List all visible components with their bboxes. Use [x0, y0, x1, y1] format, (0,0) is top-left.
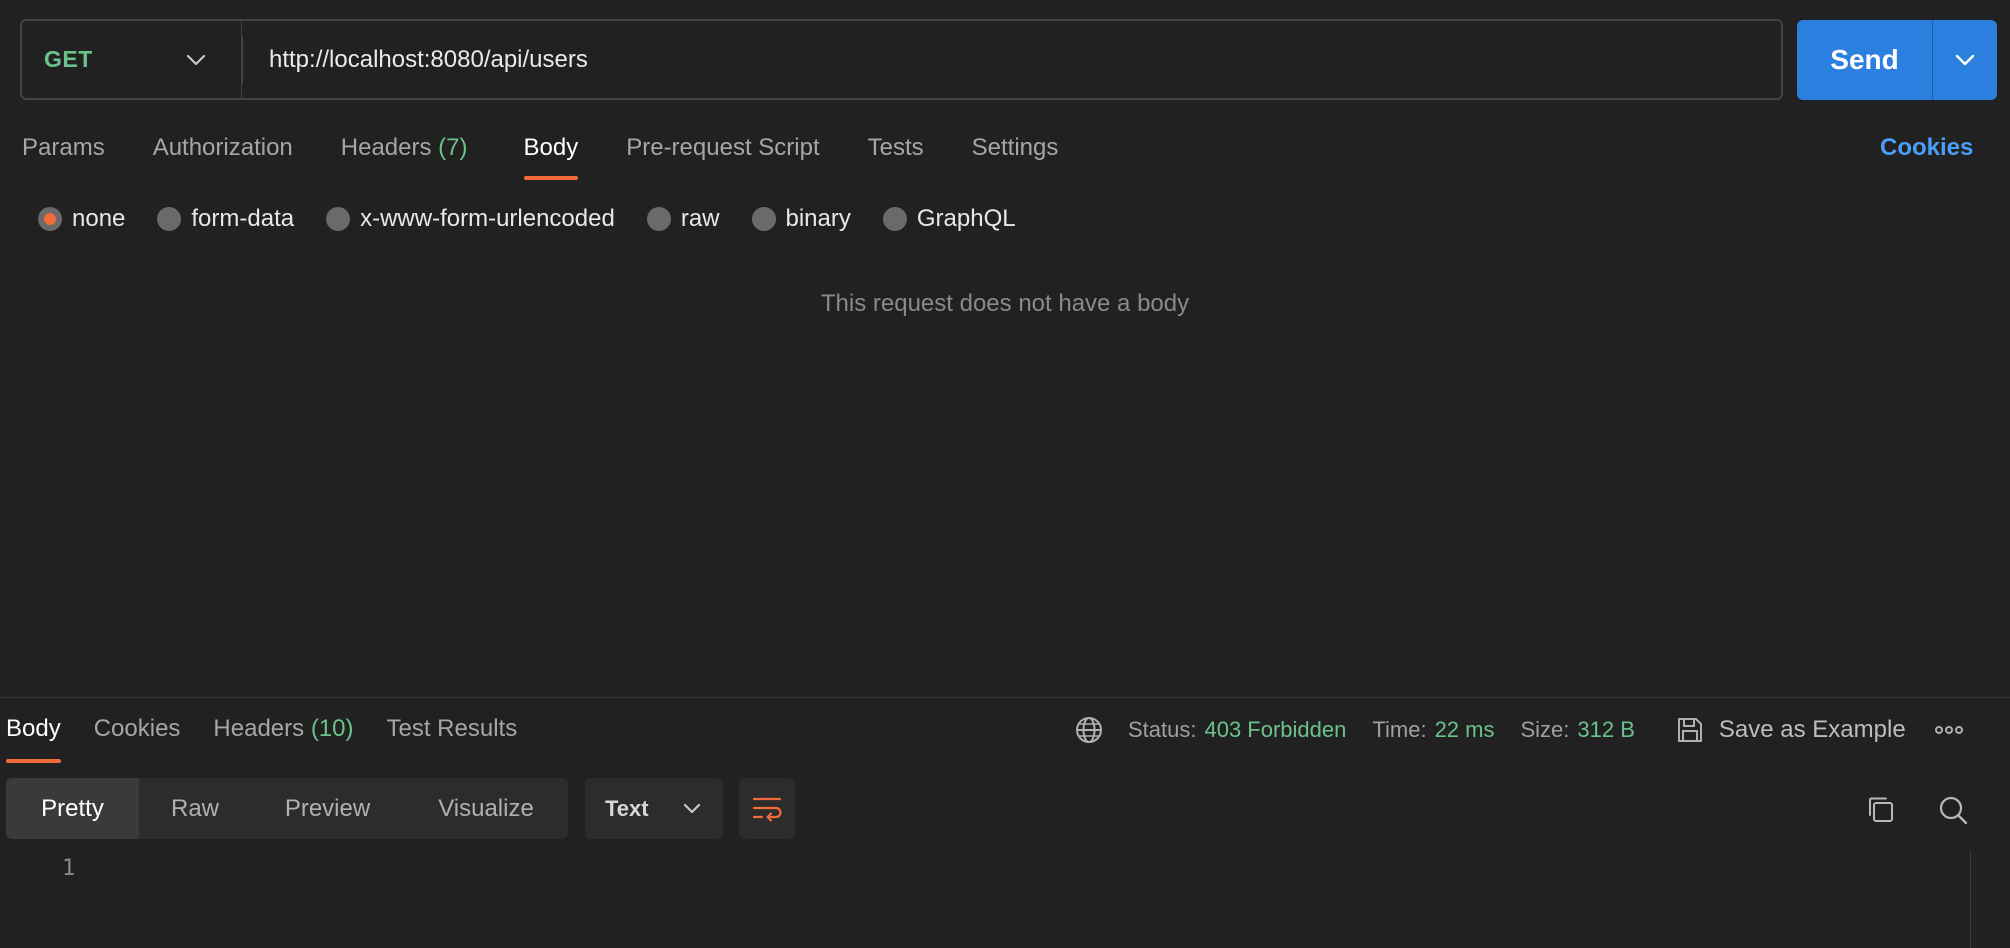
request-tabs: Params Authorization Headers (7) Body Pr…	[22, 130, 1106, 180]
view-raw[interactable]: Raw	[139, 778, 251, 839]
method-label: GET	[44, 46, 93, 72]
method-selector[interactable]: GET	[22, 21, 242, 98]
format-label: Text	[605, 795, 649, 821]
response-scrollbar[interactable]	[1970, 851, 2000, 948]
save-icon	[1677, 718, 1702, 742]
time-value: 22 ms	[1434, 717, 1495, 742]
radio-binary[interactable]: binary	[751, 205, 851, 233]
response-headers-count: (10)	[310, 715, 354, 742]
response-divider[interactable]	[0, 697, 2010, 698]
tab-authorization[interactable]: Authorization	[153, 130, 293, 180]
size-readout[interactable]: Size: 312 B	[1520, 717, 1634, 743]
format-select[interactable]: Text	[585, 778, 723, 839]
send-button[interactable]: Send	[1797, 20, 1933, 100]
radio-dot	[882, 207, 907, 231]
radio-dot	[751, 207, 776, 231]
globe-icon[interactable]	[1074, 715, 1104, 745]
response-tab-test-results[interactable]: Test Results	[387, 715, 518, 763]
url-input[interactable]: http://localhost:8080/api/users	[243, 21, 1781, 98]
send-options-button[interactable]	[1933, 20, 1997, 100]
wrap-lines-button[interactable]	[739, 778, 795, 839]
save-as-example-button[interactable]: Save as Example	[1675, 715, 1906, 745]
status-readout[interactable]: Status: 403 Forbidden	[1128, 717, 1346, 743]
tab-tests[interactable]: Tests	[868, 130, 924, 180]
radio-raw[interactable]: raw	[646, 205, 720, 233]
search-icon[interactable]	[1937, 794, 1969, 831]
empty-body-message: This request does not have a body	[820, 290, 1190, 317]
line-number: 1	[62, 856, 76, 881]
response-tab-body[interactable]: Body	[6, 715, 61, 763]
view-visualize[interactable]: Visualize	[404, 778, 568, 839]
cookies-link[interactable]: Cookies	[1880, 134, 1973, 162]
body-type-radios: none form-data x-www-form-urlencoded raw…	[38, 205, 1048, 233]
chevron-down-icon	[1955, 54, 1975, 66]
send-button-group: Send	[1797, 20, 1997, 100]
headers-count: (7)	[438, 134, 468, 161]
status-value: 403 Forbidden	[1204, 717, 1347, 742]
radio-dot	[157, 207, 182, 231]
tab-params[interactable]: Params	[22, 130, 105, 180]
response-tab-headers[interactable]: Headers (10)	[213, 715, 353, 763]
view-mode-toggle: Pretty Raw Preview Visualize	[6, 778, 568, 839]
request-bar: GET http://localhost:8080/api/users	[20, 19, 1783, 100]
response-tab-cookies[interactable]: Cookies	[94, 715, 181, 763]
tab-headers[interactable]: Headers (7)	[341, 130, 468, 180]
radio-dot	[326, 207, 351, 231]
response-meta: Status: 403 Forbidden Time: 22 ms Size: 312…	[1074, 713, 1964, 747]
copy-icon[interactable]	[1865, 794, 1897, 831]
tab-pre-request-script[interactable]: Pre-request Script	[626, 130, 819, 180]
radio-dot	[646, 207, 671, 231]
chevron-down-icon	[183, 47, 209, 73]
radio-x-www-form-urlencoded[interactable]: x-www-form-urlencoded	[326, 205, 615, 233]
time-readout[interactable]: Time: 22 ms	[1372, 717, 1494, 743]
size-value: 312 B	[1577, 717, 1635, 742]
view-pretty[interactable]: Pretty	[6, 778, 139, 839]
view-preview[interactable]: Preview	[251, 778, 404, 839]
chevron-down-icon	[683, 803, 701, 814]
radio-dot	[38, 207, 62, 231]
radio-form-data[interactable]: form-data	[157, 205, 294, 233]
response-tabs: Body Cookies Headers (10) Test Results	[6, 715, 550, 763]
wrap-lines-icon	[752, 797, 782, 822]
radio-graphql[interactable]: GraphQL	[882, 205, 1016, 233]
radio-none[interactable]: none	[38, 205, 125, 233]
more-icon[interactable]	[1934, 725, 1964, 735]
tab-settings[interactable]: Settings	[972, 130, 1059, 180]
tab-body[interactable]: Body	[523, 130, 578, 180]
